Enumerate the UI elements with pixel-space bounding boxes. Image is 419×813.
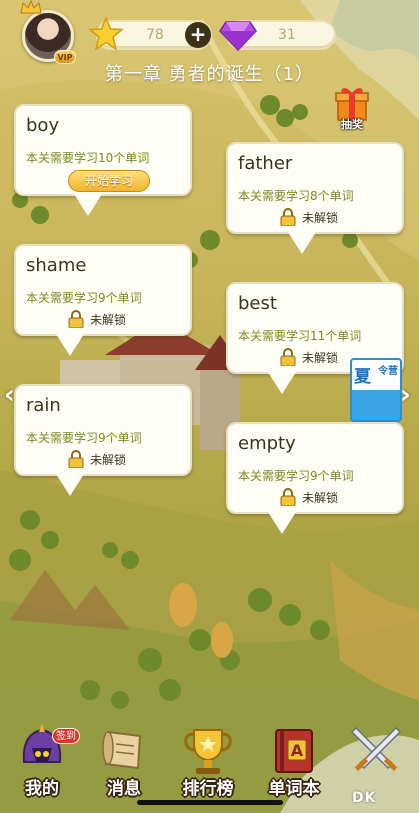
lock-icon	[280, 208, 296, 226]
level-card-empty[interactable]: empty 本关需要学习9个单词 未解锁	[226, 422, 404, 534]
lock-status: 未解锁	[280, 487, 380, 507]
lock-text: 未解锁	[90, 313, 127, 327]
nav-item-leaderboard[interactable]: 排行榜	[168, 712, 248, 812]
level-card-shame[interactable]: shame 本关需要学习9个单词 未解锁	[14, 244, 192, 356]
lock-icon	[280, 488, 296, 506]
lock-text: 未解锁	[302, 351, 339, 365]
svg-text:A: A	[291, 741, 304, 760]
book-icon: A	[275, 729, 313, 773]
diamond-icon	[219, 21, 257, 52]
card-tail	[268, 372, 296, 394]
crown-icon	[20, 0, 42, 14]
nav-item-messages[interactable]: 消息	[84, 712, 164, 812]
level-word-count: 本关需要学习11个单词	[238, 329, 362, 343]
trophy-icon	[184, 729, 232, 774]
nav-label: 消息	[107, 779, 141, 799]
card-tail	[56, 474, 84, 496]
level-word: empty	[238, 433, 296, 454]
level-word-count: 本关需要学习9个单词	[26, 291, 142, 305]
card-tail	[288, 232, 316, 254]
level-word: rain	[26, 395, 61, 416]
level-word-count: 本关需要学习8个单词	[238, 189, 354, 203]
add-stars-button[interactable]: +	[185, 22, 211, 48]
level-word-count: 本关需要学习9个单词	[238, 469, 354, 483]
lottery-label[interactable]: 抽奖	[330, 116, 374, 132]
chevron-left-icon[interactable]: ‹	[4, 380, 15, 410]
nav-label: 排行榜	[182, 779, 234, 799]
watermark-logo: DK	[352, 790, 377, 806]
scroll-icon	[102, 730, 142, 770]
lock-icon	[68, 450, 84, 468]
level-word: father	[238, 153, 293, 174]
card-tail	[268, 512, 296, 534]
summer-camp-banner[interactable]: 夏 令营	[350, 358, 402, 422]
star-icon	[88, 16, 124, 51]
card-tail	[74, 194, 102, 216]
summer-banner-small: 令营	[378, 366, 398, 377]
lock-status: 未解锁	[68, 449, 168, 469]
gems-count: 31	[278, 27, 296, 43]
home-indicator[interactable]	[137, 800, 283, 805]
lock-icon	[280, 348, 296, 366]
stars-count: 78	[146, 27, 164, 43]
lock-status: 未解锁	[280, 207, 380, 227]
level-word: boy	[26, 115, 60, 136]
level-card-rain[interactable]: rain 本关需要学习9个单词 未解锁	[14, 384, 192, 496]
chapter-title: 第一章 勇者的诞生（1）	[104, 64, 315, 85]
level-card-father[interactable]: father 本关需要学习8个单词 未解锁	[226, 142, 404, 254]
lock-icon	[68, 310, 84, 328]
lock-status: 未解锁	[68, 309, 168, 329]
level-word-count: 本关需要学习10个单词	[26, 151, 150, 165]
nav-item-mine[interactable]: 签到 我的	[2, 712, 82, 812]
level-word-count: 本关需要学习9个单词	[26, 431, 142, 445]
nav-label: 我的	[25, 779, 59, 799]
nav-label: 单词本	[268, 779, 320, 799]
level-word: best	[238, 293, 277, 314]
crossed-swords-icon	[350, 726, 402, 772]
nav-item-wordbook[interactable]: A 单词本	[254, 712, 334, 812]
level-card-boy[interactable]: boy 本关需要学习10个单词 开始学习	[14, 104, 192, 216]
level-word: shame	[26, 255, 87, 276]
lock-text: 未解锁	[90, 453, 127, 467]
card-tail	[56, 334, 84, 356]
lock-text: 未解锁	[302, 211, 339, 225]
summer-banner-big: 夏	[354, 367, 371, 387]
start-learning-button[interactable]: 开始学习	[68, 170, 150, 192]
sign-in-badge[interactable]: 签到	[52, 728, 80, 744]
lock-text: 未解锁	[302, 491, 339, 505]
